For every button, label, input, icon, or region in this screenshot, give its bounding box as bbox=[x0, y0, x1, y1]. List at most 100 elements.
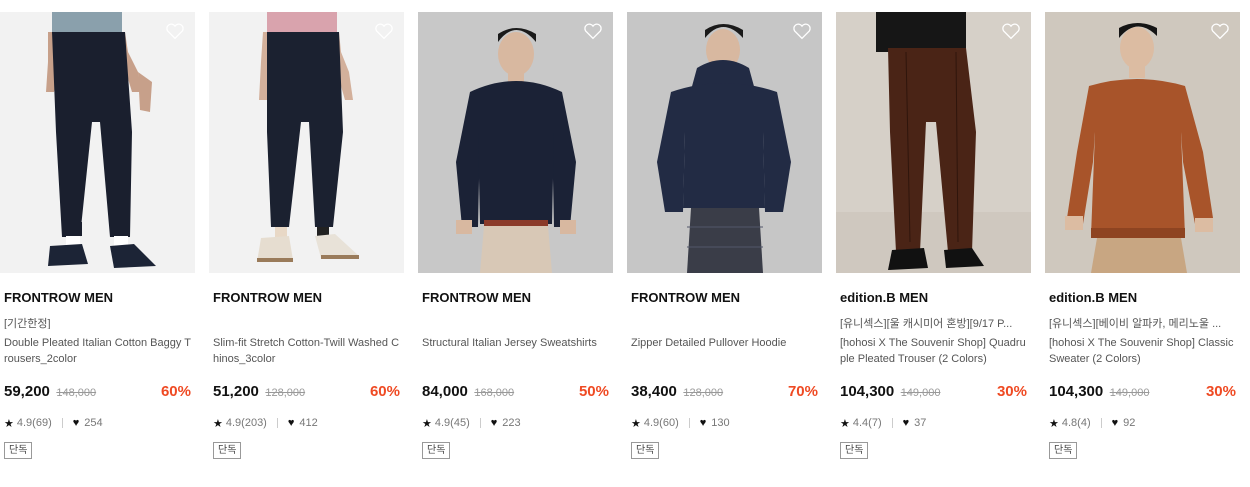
original-price: 149,000 bbox=[900, 387, 941, 399]
exclusive-badge: 단독 bbox=[4, 442, 33, 459]
sale-price: 104,300 bbox=[840, 383, 895, 400]
heart-filled-icon: ♥ bbox=[902, 417, 910, 429]
rating-text: 4.9(60) bbox=[643, 417, 679, 429]
product-image[interactable] bbox=[0, 12, 195, 273]
discount-rate: 60% bbox=[160, 383, 191, 400]
likes-count: 92 bbox=[1123, 417, 1136, 429]
meta-divider bbox=[688, 418, 690, 428]
star-icon: ★ bbox=[631, 417, 641, 430]
sale-price: 38,400 bbox=[631, 383, 677, 400]
discount-rate: 30% bbox=[996, 383, 1027, 400]
rating-text: 4.9(69) bbox=[16, 417, 52, 429]
star-icon: ★ bbox=[422, 417, 432, 430]
product-name[interactable]: Structural Italian Jersey Sweatshirts bbox=[418, 335, 613, 367]
meta-divider bbox=[891, 418, 893, 428]
brand-name[interactable]: edition.B MEN bbox=[836, 290, 1031, 306]
likes-count: 412 bbox=[299, 417, 318, 429]
brand-name[interactable]: FRONTROW MEN bbox=[209, 290, 404, 306]
product-name[interactable]: Slim-fit Stretch Cotton-Twill Washed Chi… bbox=[209, 335, 404, 367]
star-icon: ★ bbox=[213, 417, 223, 430]
heart-filled-icon: ♥ bbox=[699, 417, 707, 429]
heart-filled-icon: ♥ bbox=[287, 417, 295, 429]
heart-filled-icon: ♥ bbox=[1111, 417, 1119, 429]
likes-count: 130 bbox=[711, 417, 730, 429]
price-row: 104,300 149,000 30% bbox=[1045, 383, 1240, 403]
star-icon: ★ bbox=[4, 417, 14, 430]
wishlist-heart-icon[interactable] bbox=[583, 22, 603, 40]
product-image[interactable] bbox=[627, 12, 822, 273]
original-price: 149,000 bbox=[1109, 387, 1150, 399]
price-row: 59,200 148,000 60% bbox=[0, 383, 195, 403]
sale-price: 84,000 bbox=[422, 383, 468, 400]
product-photo-navy-hoodie bbox=[627, 12, 822, 273]
product-tagline: [유니섹스][베이비 알파카, 메리노울 ... bbox=[1049, 318, 1222, 329]
rating-text: 4.8(4) bbox=[1061, 417, 1091, 429]
sale-price: 51,200 bbox=[213, 383, 259, 400]
rating-text: 4.4(7) bbox=[852, 417, 882, 429]
sale-price: 59,200 bbox=[4, 383, 50, 400]
brand-name[interactable]: edition.B MEN bbox=[1045, 290, 1240, 306]
product-photo-navy-sweatshirt bbox=[418, 12, 613, 273]
likes-count: 223 bbox=[502, 417, 521, 429]
likes-count: 37 bbox=[914, 417, 927, 429]
product-image[interactable] bbox=[209, 12, 404, 273]
product-card[interactable]: FRONTROW MEN Slim-fit Stretch Cotton-Twi… bbox=[209, 12, 404, 459]
wishlist-heart-icon[interactable] bbox=[1210, 22, 1230, 40]
product-name[interactable]: [hohosi X The Souvenir Shop] Quadruple P… bbox=[836, 335, 1031, 367]
heart-filled-icon: ♥ bbox=[490, 417, 498, 429]
star-icon: ★ bbox=[1049, 417, 1059, 430]
product-photo-navy-trousers bbox=[0, 12, 195, 273]
meta-divider bbox=[479, 418, 481, 428]
product-tagline bbox=[627, 315, 818, 329]
review-meta: ★ 4.4(7) ♥ 37 bbox=[836, 416, 1031, 430]
original-price: 148,000 bbox=[56, 387, 97, 399]
wishlist-heart-icon[interactable] bbox=[1001, 22, 1021, 40]
product-card[interactable]: FRONTROW MEN Structural Italian Jersey S… bbox=[418, 12, 613, 459]
product-tagline bbox=[209, 315, 400, 329]
product-photo-orange-sweater bbox=[1045, 12, 1240, 273]
original-price: 128,000 bbox=[265, 387, 306, 399]
discount-rate: 60% bbox=[369, 383, 400, 400]
product-tagline: [유니섹스][울 캐시미어 혼방][9/17 P... bbox=[840, 318, 1013, 329]
wishlist-heart-icon[interactable] bbox=[165, 22, 185, 40]
brand-name[interactable]: FRONTROW MEN bbox=[418, 290, 613, 306]
meta-divider bbox=[1100, 418, 1102, 428]
product-image[interactable] bbox=[1045, 12, 1240, 273]
brand-name[interactable]: FRONTROW MEN bbox=[0, 290, 195, 306]
product-image[interactable] bbox=[418, 12, 613, 273]
price-row: 104,300 149,000 30% bbox=[836, 383, 1031, 403]
meta-divider bbox=[61, 418, 63, 428]
product-photo-brown-trousers bbox=[836, 12, 1031, 273]
discount-rate: 70% bbox=[787, 383, 818, 400]
product-card[interactable]: FRONTROW MEN Zipper Detailed Pullover Ho… bbox=[627, 12, 822, 459]
exclusive-badge: 단독 bbox=[213, 442, 242, 459]
original-price: 168,000 bbox=[474, 387, 515, 399]
product-grid: FRONTROW MEN [기간한정] Double Pleated Itali… bbox=[0, 0, 1250, 487]
likes-count: 254 bbox=[84, 417, 103, 429]
wishlist-heart-icon[interactable] bbox=[792, 22, 812, 40]
sale-price: 104,300 bbox=[1049, 383, 1104, 400]
product-name[interactable]: Zipper Detailed Pullover Hoodie bbox=[627, 335, 822, 367]
price-row: 51,200 128,000 60% bbox=[209, 383, 404, 403]
product-card[interactable]: FRONTROW MEN [기간한정] Double Pleated Itali… bbox=[0, 12, 195, 459]
product-image[interactable] bbox=[836, 12, 1031, 273]
price-row: 84,000 168,000 50% bbox=[418, 383, 613, 403]
wishlist-heart-icon[interactable] bbox=[374, 22, 394, 40]
brand-name[interactable]: FRONTROW MEN bbox=[627, 290, 822, 306]
product-name[interactable]: [hohosi X The Souvenir Shop] Classic Swe… bbox=[1045, 335, 1240, 367]
heart-filled-icon: ♥ bbox=[72, 417, 80, 429]
product-card[interactable]: edition.B MEN [유니섹스][베이비 알파카, 메리노울 ... [… bbox=[1045, 12, 1240, 459]
review-meta: ★ 4.8(4) ♥ 92 bbox=[1045, 416, 1240, 430]
review-meta: ★ 4.9(45) ♥ 223 bbox=[418, 416, 613, 430]
original-price: 128,000 bbox=[683, 387, 724, 399]
exclusive-badge: 단독 bbox=[1049, 442, 1078, 459]
product-photo-navy-chinos bbox=[209, 12, 404, 273]
product-card[interactable]: edition.B MEN [유니섹스][울 캐시미어 혼방][9/17 P..… bbox=[836, 12, 1031, 459]
discount-rate: 30% bbox=[1205, 383, 1236, 400]
meta-divider bbox=[276, 418, 278, 428]
product-name[interactable]: Double Pleated Italian Cotton Baggy Trou… bbox=[0, 335, 195, 367]
price-row: 38,400 128,000 70% bbox=[627, 383, 822, 403]
star-icon: ★ bbox=[840, 417, 850, 430]
discount-rate: 50% bbox=[578, 383, 609, 400]
product-tagline bbox=[418, 315, 609, 329]
